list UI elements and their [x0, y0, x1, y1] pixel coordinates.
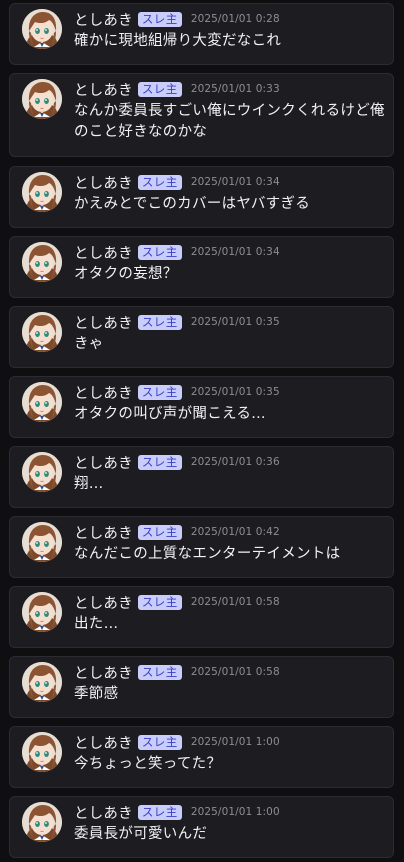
post-timestamp: 2025/01/01 0:35 — [190, 386, 280, 398]
thread-owner-badge: スレ主 — [137, 384, 182, 400]
post-timestamp: 2025/01/01 0:34 — [190, 176, 280, 188]
post-timestamp: 2025/01/01 0:35 — [190, 316, 280, 328]
post-timestamp: 2025/01/01 0:34 — [190, 246, 280, 258]
anime-girl-avatar-icon[interactable] — [22, 312, 62, 352]
post-meta: としあき スレ主 2025/01/01 0:58 — [74, 591, 280, 613]
post-meta: としあき スレ主 2025/01/01 0:34 — [74, 241, 280, 263]
post-body: なんか委員長すごい俺にウインクくれるけど俺のこと好きなのかな — [74, 103, 385, 140]
anime-girl-avatar-icon[interactable] — [22, 662, 62, 702]
poster-name[interactable]: としあき — [74, 242, 133, 263]
poster-name[interactable]: としあき — [74, 79, 133, 100]
anime-girl-avatar-icon[interactable] — [22, 382, 62, 422]
post-body: 委員長が可愛いんだ — [74, 826, 208, 842]
post-card[interactable]: としあき スレ主 2025/01/01 0:58 出た… — [9, 586, 394, 648]
post-body: オタクの叫び声が聞こえる… — [74, 406, 266, 422]
post-body: きゃ — [74, 336, 104, 352]
anime-girl-avatar-icon[interactable] — [22, 522, 62, 562]
post-meta: としあき スレ主 2025/01/01 0:33 — [74, 78, 280, 100]
thread-owner-badge: スレ主 — [137, 81, 182, 97]
post-card[interactable]: としあき スレ主 2025/01/01 0:33 なんか委員長すごい俺にウインクくれる… — [9, 73, 394, 157]
anime-girl-avatar-icon[interactable] — [22, 242, 62, 282]
post-meta: としあき スレ主 2025/01/01 0:36 — [74, 451, 280, 473]
anime-girl-avatar-icon[interactable] — [22, 452, 62, 492]
anime-girl-avatar-icon[interactable] — [22, 172, 62, 212]
post-body: 確かに現地組帰り大変だなこれ — [74, 33, 282, 49]
thread-owner-badge: スレ主 — [137, 594, 182, 610]
post-card[interactable]: としあき スレ主 2025/01/01 0:58 季節感 — [9, 656, 394, 718]
post-body: オタクの妄想？ — [74, 266, 178, 282]
post-timestamp: 2025/01/01 1:00 — [190, 736, 280, 748]
post-card[interactable]: としあき スレ主 2025/01/01 0:34 かえみとでこのカバーはヤバすぎる — [9, 166, 394, 228]
post-timestamp: 2025/01/01 0:58 — [190, 596, 280, 608]
post-meta: としあき スレ主 2025/01/01 0:34 — [74, 171, 280, 193]
post-body: 翔… — [74, 476, 104, 492]
post-meta: としあき スレ主 2025/01/01 0:35 — [74, 311, 280, 333]
post-meta: としあき スレ主 2025/01/01 1:00 — [74, 731, 280, 753]
poster-name[interactable]: としあき — [74, 312, 133, 333]
post-card[interactable]: としあき スレ主 2025/01/01 0:35 きゃ — [9, 306, 394, 368]
poster-name[interactable]: としあき — [74, 9, 133, 30]
poster-name[interactable]: としあき — [74, 662, 133, 683]
post-timestamp: 2025/01/01 0:58 — [190, 666, 280, 678]
thread-owner-badge: スレ主 — [137, 174, 182, 190]
thread-owner-badge: スレ主 — [137, 244, 182, 260]
post-timestamp: 2025/01/01 0:33 — [190, 83, 280, 95]
anime-girl-avatar-icon[interactable] — [22, 79, 62, 119]
thread-feed: としあき スレ主 2025/01/01 0:28 確かに現地組帰り大変だなこれ としあ… — [0, 0, 404, 862]
post-card[interactable]: としあき スレ主 2025/01/01 0:35 オタクの叫び声が聞こえる… — [9, 376, 394, 438]
thread-owner-badge: スレ主 — [137, 734, 182, 750]
post-meta: としあき スレ主 2025/01/01 1:00 — [74, 801, 280, 823]
post-card[interactable]: としあき スレ主 2025/01/01 1:00 委員長が可愛いんだ — [9, 796, 394, 858]
poster-name[interactable]: としあき — [74, 802, 133, 823]
post-card[interactable]: としあき スレ主 2025/01/01 0:28 確かに現地組帰り大変だなこれ — [9, 3, 394, 65]
post-timestamp: 2025/01/01 1:00 — [190, 806, 280, 818]
thread-owner-badge: スレ主 — [137, 804, 182, 820]
post-body: かえみとでこのカバーはヤバすぎる — [74, 196, 311, 212]
post-card[interactable]: としあき スレ主 2025/01/01 1:00 今ちょっと笑ってた？ — [9, 726, 394, 788]
post-body: 季節感 — [74, 686, 119, 702]
post-meta: としあき スレ主 2025/01/01 0:58 — [74, 661, 280, 683]
post-body: なんだこの上質なエンターテイメントは — [74, 546, 341, 562]
post-meta: としあき スレ主 2025/01/01 0:28 — [74, 8, 280, 30]
thread-owner-badge: スレ主 — [137, 11, 182, 27]
thread-owner-badge: スレ主 — [137, 524, 182, 540]
poster-name[interactable]: としあき — [74, 382, 133, 403]
post-card[interactable]: としあき スレ主 2025/01/01 0:42 なんだこの上質なエンターテイメントは — [9, 516, 394, 578]
post-card[interactable]: としあき スレ主 2025/01/01 0:36 翔… — [9, 446, 394, 508]
poster-name[interactable]: としあき — [74, 172, 133, 193]
poster-name[interactable]: としあき — [74, 452, 133, 473]
thread-owner-badge: スレ主 — [137, 454, 182, 470]
post-body: 出た… — [74, 616, 119, 632]
poster-name[interactable]: としあき — [74, 522, 133, 543]
anime-girl-avatar-icon[interactable] — [22, 9, 62, 49]
thread-owner-badge: スレ主 — [137, 314, 182, 330]
post-meta: としあき スレ主 2025/01/01 0:42 — [74, 521, 280, 543]
post-card[interactable]: としあき スレ主 2025/01/01 0:34 オタクの妄想？ — [9, 236, 394, 298]
post-timestamp: 2025/01/01 0:28 — [190, 13, 280, 25]
anime-girl-avatar-icon[interactable] — [22, 592, 62, 632]
poster-name[interactable]: としあき — [74, 592, 133, 613]
post-meta: としあき スレ主 2025/01/01 0:35 — [74, 381, 280, 403]
post-body: 今ちょっと笑ってた？ — [74, 756, 222, 772]
post-timestamp: 2025/01/01 0:42 — [190, 526, 280, 538]
post-timestamp: 2025/01/01 0:36 — [190, 456, 280, 468]
anime-girl-avatar-icon[interactable] — [22, 732, 62, 772]
poster-name[interactable]: としあき — [74, 732, 133, 753]
thread-owner-badge: スレ主 — [137, 664, 182, 680]
anime-girl-avatar-icon[interactable] — [22, 802, 62, 842]
